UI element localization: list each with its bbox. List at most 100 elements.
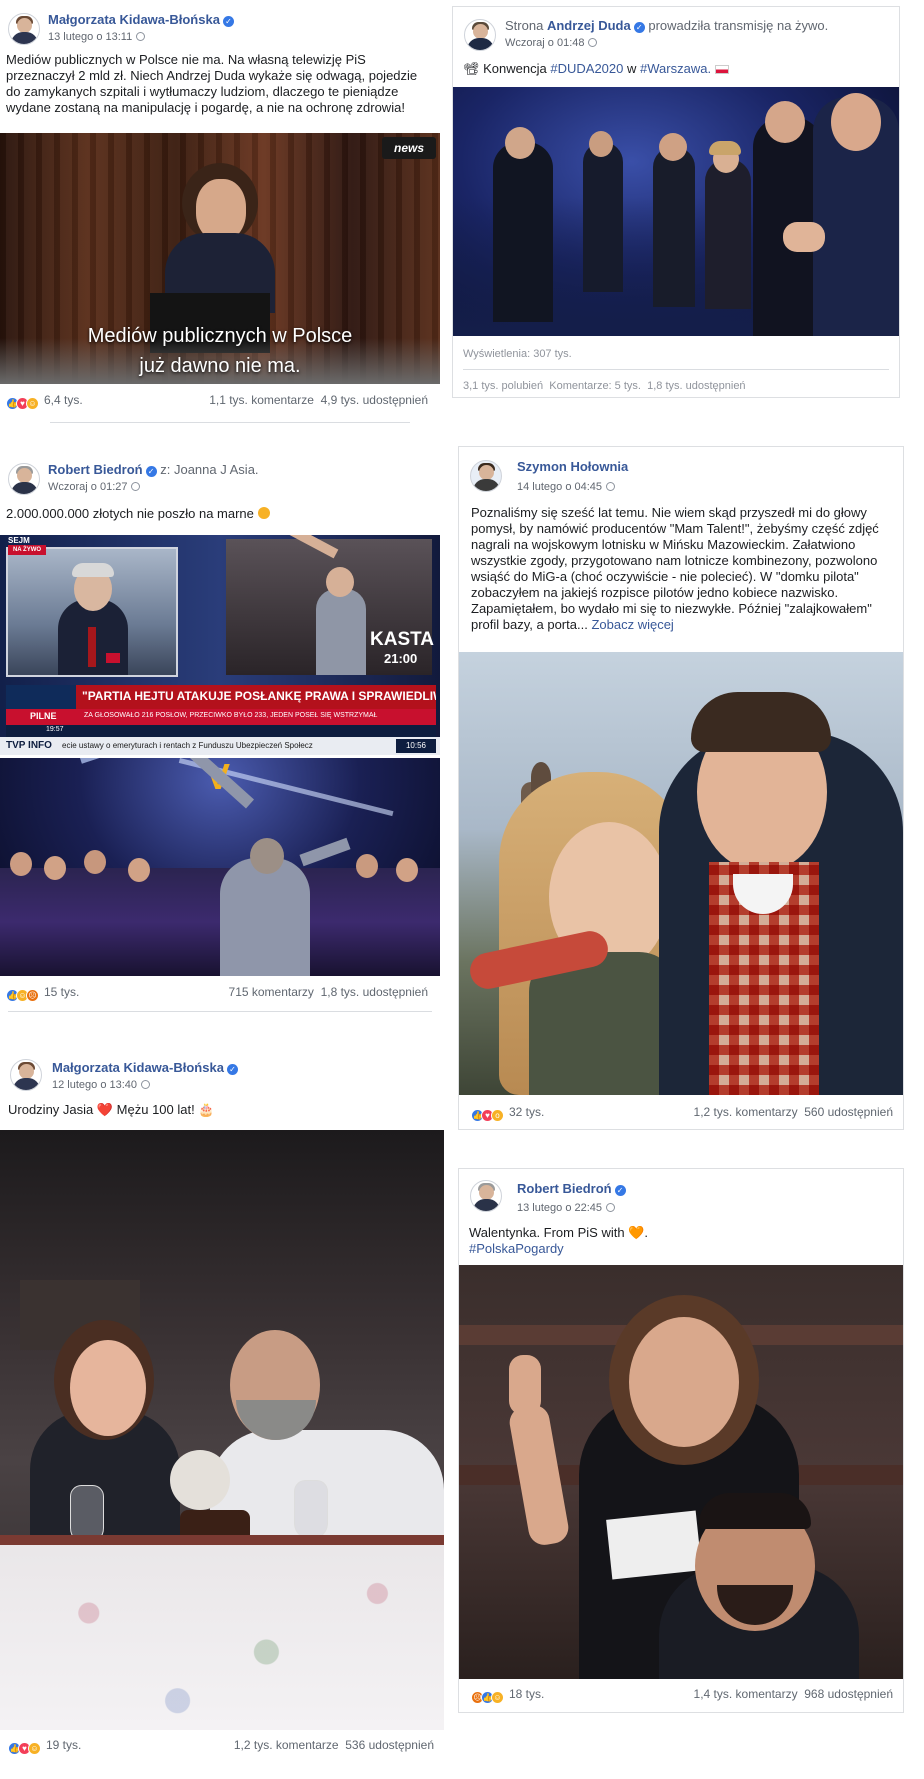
post-timestamp[interactable]: 12 lutego o 13:40 <box>52 1079 151 1091</box>
haha-reaction-icon: ☺ <box>28 1742 41 1755</box>
tv-bottom-bar: TVP INFO ecie ustawy o emeryturach i ren… <box>0 737 440 755</box>
globe-icon <box>141 1080 151 1089</box>
divider <box>463 369 889 370</box>
live-video[interactable] <box>453 87 899 336</box>
post-timestamp[interactable]: 13 lutego o 13:11 <box>48 31 146 43</box>
reactions-count: 18 tys. <box>509 1687 545 1701</box>
reactions-summary[interactable]: 👍 ♥ ☺ 6,4 tys. <box>6 393 83 411</box>
comments-count[interactable]: 715 komentarzy <box>229 985 314 999</box>
reactions-count: 32 tys. <box>509 1105 545 1119</box>
wow-reaction-icon: o <box>491 1109 504 1122</box>
comments-count[interactable]: 1,4 tys. komentarzy <box>694 1687 798 1701</box>
hashtag-polskapogardy[interactable]: #PolskaPogardy <box>469 1241 889 1257</box>
video-camera-icon: 📽 <box>463 61 480 76</box>
post-text: Walentynka. From PiS with 🧡. #PolskaPoga… <box>469 1225 889 1257</box>
hashtag-duda2020[interactable]: #DUDA2020 <box>550 61 623 76</box>
post-stats: 1,1 tys. komentarze 4,9 tys. udostępnień <box>209 393 428 407</box>
author-line: Małgorzata Kidawa-Błońska ✓ <box>52 1060 238 1075</box>
live-note: prowadziła transmisję na żywo. <box>648 18 829 33</box>
timestamp-text[interactable]: 14 lutego o 04:45 <box>517 481 602 493</box>
author-name[interactable]: Małgorzata Kidawa-Błońska <box>52 1060 224 1075</box>
author-avatar[interactable] <box>470 1180 502 1212</box>
tv-ticker-2: ecie ustawy o emeryturach i rentach z Fu… <box>62 741 313 750</box>
reactions-summary[interactable]: 👍 ♥ ☺ 19 tys. <box>8 1738 81 1756</box>
reactions-summary[interactable]: 👍☺ ☹ 15 tys. <box>6 985 79 1003</box>
shares-count[interactable]: 1,8 tys. udostępnień <box>321 985 428 999</box>
divider <box>50 422 410 423</box>
post-stats: 1,2 tys. komentarzy 560 udostępnień <box>694 1105 893 1119</box>
author-avatar[interactable] <box>8 463 40 495</box>
reactions-count: 19 tys. <box>46 1738 82 1752</box>
post-kidawa-media: Małgorzata Kidawa-Błońska ✓ 13 lutego o 1… <box>0 0 440 425</box>
timestamp-text[interactable]: Wczoraj o 01:27 <box>48 481 127 493</box>
reactions-summary[interactable]: ☹👍☺ 18 tys. <box>471 1687 544 1705</box>
post-text-content: Poznaliśmy się sześć lat temu. Nie wiem … <box>471 505 879 632</box>
post-timestamp[interactable]: 14 lutego o 04:45 <box>517 481 616 493</box>
author-name[interactable]: Szymon Hołownia <box>517 459 628 474</box>
tv-live-badge: NA ŻYWO <box>8 545 46 555</box>
likes-count[interactable]: 3,1 tys. polubień <box>463 380 543 392</box>
author-name[interactable]: Robert Biedroń <box>517 1181 612 1196</box>
post-timestamp[interactable]: Wczoraj o 01:48 <box>505 37 598 49</box>
author-line: Robert Biedroń ✓ z: Joanna J Asia. <box>48 462 259 477</box>
reactions-summary[interactable]: 👍 ♥ o 32 tys. <box>471 1105 544 1123</box>
tv-pilne: PILNE <box>30 711 57 721</box>
author-name[interactable]: Małgorzata Kidawa-Błońska <box>48 12 220 27</box>
timestamp-text[interactable]: 13 lutego o 13:11 <box>48 31 132 43</box>
flag-icon <box>714 65 729 74</box>
author-name[interactable]: Robert Biedroń <box>48 462 143 477</box>
author-avatar[interactable] <box>10 1059 42 1091</box>
post-stats: 1,4 tys. komentarzy 968 udostępnień <box>694 1687 893 1701</box>
globe-icon <box>588 38 598 47</box>
tv-screenshot[interactable]: SEJM NA ŻYWO KASTA 21:00 "PARTIA HEJTU A… <box>0 535 440 755</box>
author-avatar[interactable] <box>470 460 502 492</box>
tv-ticker: ZA GŁOSOWAŁO 216 POSŁÓW, PRZECIWKO BYŁO … <box>84 712 378 719</box>
comments-count[interactable]: 1,1 tys. komentarze <box>209 393 314 407</box>
timestamp-text[interactable]: 13 lutego o 22:45 <box>517 1202 602 1214</box>
birthday-photo[interactable] <box>0 1130 444 1730</box>
author-name[interactable]: Andrzej Duda <box>547 18 631 33</box>
parliament-photo[interactable] <box>459 1265 903 1679</box>
divider <box>8 1011 432 1012</box>
tagged-with[interactable]: z: Joanna J Asia. <box>160 462 258 477</box>
post-text: Poznaliśmy się sześć lat temu. Nie wiem … <box>471 505 891 633</box>
tv-right-frame: KASTA 21:00 <box>226 535 434 675</box>
tv-info-logo: TVP INFO <box>6 740 52 751</box>
comments-count[interactable]: 1,2 tys. komentarzy <box>694 1105 798 1119</box>
shares-count[interactable]: 536 udostępnień <box>345 1738 434 1752</box>
post-kidawa-birthday: Małgorzata Kidawa-Błońska ✓ 12 lutego o 1… <box>0 1050 444 1779</box>
shares-count[interactable]: 560 udostępnień <box>804 1105 893 1119</box>
globe-icon <box>136 32 146 41</box>
shares-count[interactable]: 1,8 tys. udostępnień <box>647 380 745 392</box>
tv-ticker-bar: PILNE ZA GŁOSOWAŁO 216 POSŁÓW, PRZECIWKO… <box>6 709 436 725</box>
views-count: Wyświetlenia: 307 tys. <box>463 348 572 360</box>
kasta-time: 21:00 <box>384 651 418 666</box>
author-avatar[interactable] <box>8 13 40 45</box>
timestamp-text[interactable]: Wczoraj o 01:48 <box>505 37 584 49</box>
verified-icon: ✓ <box>226 1064 238 1075</box>
post-timestamp[interactable]: Wczoraj o 01:27 <box>48 481 141 493</box>
shares-count[interactable]: 968 udostępnień <box>804 1687 893 1701</box>
post-text: Urodziny Jasia ❤️ Mężu 100 lat! 🎂 <box>8 1102 215 1117</box>
verified-icon: ✓ <box>222 16 234 27</box>
couple-photo[interactable] <box>459 652 903 1095</box>
post-timestamp[interactable]: 13 lutego o 22:45 <box>517 1202 616 1214</box>
comments-count[interactable]: Komentarze: 5 tys. <box>549 380 641 392</box>
comments-count[interactable]: 1,2 tys. komentarze <box>234 1738 339 1752</box>
hashtag-warszawa[interactable]: #Warszawa. <box>640 61 711 76</box>
see-more-link[interactable]: Zobacz więcej <box>591 617 673 632</box>
author-avatar[interactable] <box>464 19 496 51</box>
post-video[interactable]: news Mediów publicznych w Polsce już daw… <box>0 133 440 384</box>
haha-reaction-icon: ☺ <box>26 397 39 410</box>
post-text-content: Walentynka. From PiS with 🧡. <box>469 1225 648 1240</box>
timestamp-text[interactable]: 12 lutego o 13:40 <box>52 1079 137 1091</box>
concert-photo[interactable]: V <box>0 758 440 976</box>
angry-reaction-icon: ☹ <box>26 989 39 1002</box>
tv-left-frame <box>6 547 178 677</box>
author-line: Małgorzata Kidawa-Błońska ✓ <box>48 12 234 27</box>
post-biedron-2bln: Robert Biedroń ✓ z: Joanna J Asia. Wczora… <box>0 450 440 1016</box>
video-caption-line-2: już dawno nie ma. <box>139 355 301 377</box>
haha-reaction-icon: ☺ <box>491 1691 504 1704</box>
shares-count[interactable]: 4,9 tys. udostępnień <box>321 393 428 407</box>
reactions-count: 15 tys. <box>44 985 80 999</box>
